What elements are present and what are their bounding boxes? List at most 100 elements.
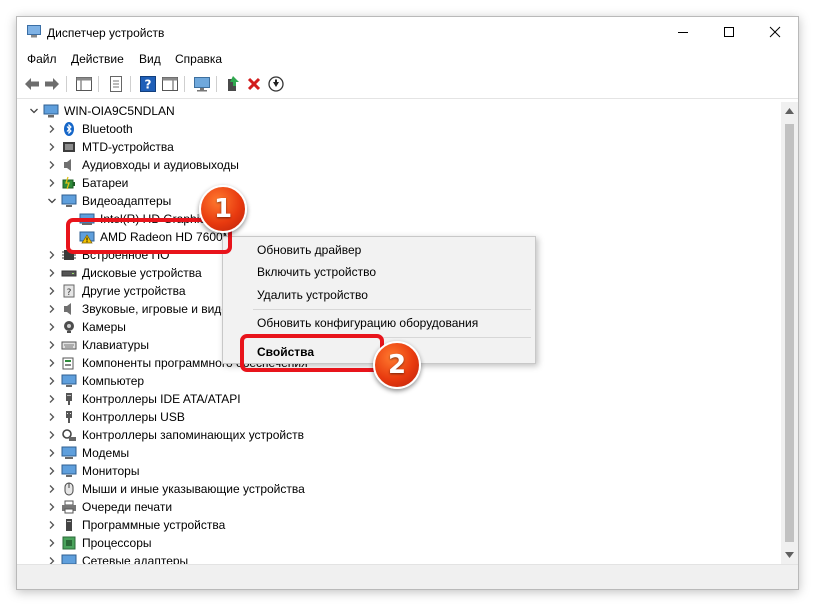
tree-item-mtd[interactable]: MTD-устройства [61, 138, 174, 156]
expand-toggle[interactable] [47, 322, 57, 332]
unknown-device-icon: ? [63, 284, 75, 298]
menu-update-driver[interactable]: Обновить драйвер [257, 243, 361, 257]
properties-page-icon [110, 76, 122, 92]
enable-device-button[interactable] [267, 75, 285, 93]
expand-toggle[interactable] [47, 304, 57, 314]
expand-toggle[interactable] [47, 556, 57, 564]
keyboard-icon [61, 341, 77, 350]
vertical-scroll-thumb[interactable] [785, 124, 794, 542]
minimize-button[interactable] [660, 17, 706, 47]
scan-monitor-icon [194, 77, 210, 92]
tree-item-monitors[interactable]: Мониторы [61, 462, 139, 480]
forward-button[interactable] [43, 75, 61, 93]
toolbar-separator [184, 76, 185, 92]
maximize-button[interactable] [706, 17, 752, 47]
menu-action[interactable]: Действие [71, 52, 124, 66]
expand-toggle[interactable] [47, 538, 57, 548]
expand-toggle[interactable] [47, 250, 57, 260]
tree-item-label: Модемы [82, 446, 130, 460]
expand-toggle[interactable] [47, 484, 57, 494]
tree-item-processors[interactable]: Процессоры [61, 534, 152, 552]
expand-toggle[interactable] [47, 502, 57, 512]
expand-toggle[interactable] [47, 520, 57, 530]
vertical-scrollbar[interactable] [781, 102, 798, 564]
chevron-right-icon [49, 143, 55, 151]
tree-item-ide-controllers[interactable]: Контроллеры IDE ATA/ATAPI [61, 390, 241, 408]
menu-uninstall-device[interactable]: Удалить устройство [257, 288, 368, 302]
tree-item-label: Процессоры [82, 536, 152, 550]
menu-file[interactable]: Файл [27, 52, 57, 66]
menu-view[interactable]: Вид [139, 52, 161, 66]
expand-toggle[interactable] [47, 376, 57, 386]
tree-root[interactable]: WIN-OIA9C5NDLAN [43, 102, 175, 120]
tree-item-label: Компьютер [82, 374, 145, 388]
chevron-right-icon [49, 449, 55, 457]
collapse-root-toggle[interactable] [29, 106, 39, 116]
red-x-icon [247, 77, 261, 91]
tree-item-modems[interactable]: Модемы [61, 444, 129, 462]
close-button[interactable] [752, 17, 798, 47]
properties-button[interactable] [107, 75, 125, 93]
chevron-right-icon [49, 431, 55, 439]
expand-toggle[interactable] [47, 286, 57, 296]
tree-item-print-queues[interactable]: Очереди печати [61, 498, 172, 516]
tree-item-usb-controllers[interactable]: Контроллеры USB [61, 408, 185, 426]
update-driver-button[interactable] [224, 75, 242, 93]
forward-arrow-icon [45, 78, 59, 90]
chevron-right-icon [49, 521, 55, 529]
device-manager-app-icon [27, 25, 41, 38]
tree-item-mice[interactable]: Мыши и иные указывающие устройства [61, 480, 305, 498]
tree-item-other-devices[interactable]: ? Другие устройства [61, 282, 186, 300]
chevron-right-icon [49, 341, 55, 349]
tree-item-label: Bluetooth [82, 122, 133, 136]
tree-item-batteries[interactable]: Батареи [61, 174, 128, 192]
show-hide-console-tree-button[interactable] [75, 75, 93, 93]
scroll-up-arrow-icon[interactable] [785, 108, 794, 114]
chevron-right-icon [49, 377, 55, 385]
maximize-icon [724, 27, 734, 37]
tree-item-computer[interactable]: Компьютер [61, 372, 144, 390]
scroll-down-arrow-icon[interactable] [785, 552, 794, 558]
back-button[interactable] [23, 75, 41, 93]
expand-toggle[interactable] [47, 124, 57, 134]
chevron-right-icon [49, 503, 55, 511]
expand-toggle[interactable] [47, 160, 57, 170]
expand-toggle[interactable] [47, 340, 57, 350]
menu-enable-device[interactable]: Включить устройство [257, 265, 376, 279]
tree-item-storage-controllers[interactable]: Контроллеры запоминающих устройств [61, 426, 304, 444]
scan-hardware-button[interactable] [193, 75, 211, 93]
chevron-right-icon [49, 539, 55, 547]
expand-toggle[interactable] [47, 178, 57, 188]
action-pane-button[interactable] [161, 75, 179, 93]
expand-toggle[interactable] [47, 448, 57, 458]
menu-scan-hardware-changes[interactable]: Обновить конфигурацию оборудования [257, 316, 478, 330]
tree-item-keyboards[interactable]: Клавиатуры [61, 336, 149, 354]
toolbar-separator [98, 76, 99, 92]
help-icon: ? [140, 76, 156, 92]
tree-item-label: Аудиовходы и аудиовыходы [82, 158, 239, 172]
expand-toggle[interactable] [47, 412, 57, 422]
menu-help[interactable]: Справка [175, 52, 222, 66]
tree-item-label: Камеры [82, 320, 126, 334]
help-button[interactable]: ? [139, 75, 157, 93]
speaker-icon [64, 159, 71, 171]
expand-toggle[interactable] [47, 466, 57, 476]
modem-icon [61, 446, 77, 459]
speaker-icon [64, 303, 71, 315]
tree-item-cameras[interactable]: Камеры [61, 318, 126, 336]
expand-toggle[interactable] [47, 358, 57, 368]
expand-toggle[interactable] [47, 394, 57, 404]
expand-toggle[interactable] [47, 142, 57, 152]
collapse-toggle[interactable] [47, 196, 57, 206]
expand-toggle[interactable] [47, 430, 57, 440]
camera-icon [64, 321, 74, 333]
tree-item-network-adapters[interactable]: Сетевые адаптеры [61, 552, 188, 564]
toolbar-separator [130, 76, 131, 92]
expand-toggle[interactable] [47, 268, 57, 278]
tree-item-audio-io[interactable]: Аудиовходы и аудиовыходы [61, 156, 239, 174]
tree-item-software-devices[interactable]: Программные устройства [61, 516, 225, 534]
tree-item-disk-drives[interactable]: Дисковые устройства [61, 264, 202, 282]
tree-item-bluetooth[interactable]: Bluetooth [61, 120, 133, 138]
uninstall-device-button[interactable] [245, 75, 263, 93]
tree-item-display-adapters[interactable]: Видеоадаптеры [61, 192, 171, 210]
